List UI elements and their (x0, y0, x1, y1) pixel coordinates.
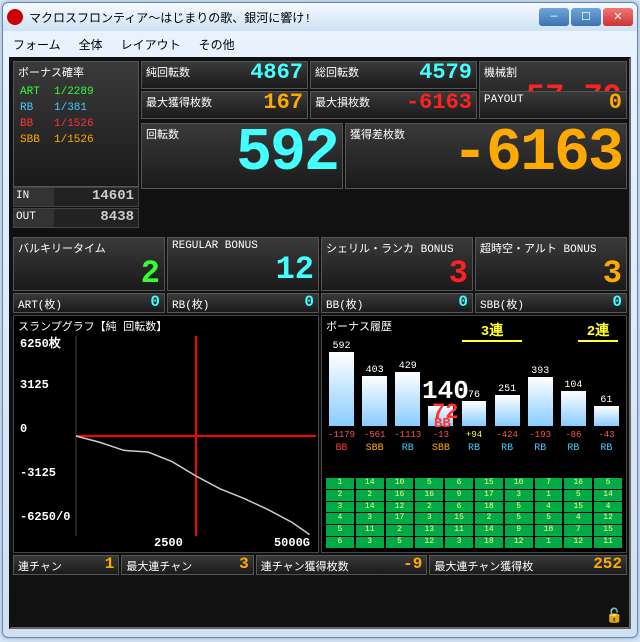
art-value: 0 (66, 294, 164, 312)
art-label: ART(枚) (14, 294, 66, 312)
sbb-value: 0 (528, 294, 626, 312)
maxget-value: 167 (216, 92, 307, 118)
close-button[interactable]: ✕ (603, 8, 633, 26)
bonus-prob-list: ART1/2289RB1/381BB1/1526SBB1/1526 (14, 82, 138, 150)
payout-label: PAYOUT (480, 92, 528, 118)
jun-value: 4867 (194, 62, 307, 88)
content-area: ボーナス確率 ART1/2289RB1/381BB1/1526SBB1/1526… (9, 57, 631, 629)
menubar: フォーム 全体 レイアウト その他 (3, 31, 637, 57)
diff-value: -6163 (409, 124, 626, 188)
jun-label: 純回転数 (142, 62, 194, 88)
menu-layout[interactable]: レイアウト (121, 36, 181, 53)
kaiten-label: 回転数 (142, 124, 183, 188)
sou-label: 総回転数 (311, 62, 363, 88)
menu-all[interactable]: 全体 (79, 36, 103, 53)
sheryl-value: 3 (322, 258, 472, 290)
bonus-history: ボーナス履歴 3連 2連 592 -1179 BB 403 -561 SBB 4… (321, 315, 627, 553)
maxloss-value: -6163 (374, 92, 476, 118)
graph-title: スランプグラフ【純 回転数】 (14, 316, 318, 336)
sbb-label: SBB(枚) (476, 294, 528, 312)
bb-label: BB(枚) (322, 294, 367, 312)
app-icon (7, 9, 23, 25)
out-row: OUT8438 (13, 208, 139, 228)
rb-label: RB(枚) (168, 294, 213, 312)
sou-value: 4579 (363, 62, 476, 88)
menu-form[interactable]: フォーム (13, 36, 61, 53)
bonus-prob-title: ボーナス確率 (14, 62, 138, 82)
menu-other[interactable]: その他 (199, 36, 235, 53)
slump-graph: スランプグラフ【純 回転数】 6250枚31250-3125-6250/0 25… (13, 315, 319, 553)
window-title: マクロスフロンティア～はじまりの歌、銀河に響け! (29, 9, 539, 26)
reg-value: 12 (168, 254, 318, 286)
diff-label: 獲得差枚数 (346, 124, 409, 188)
minimize-button[interactable]: — (539, 8, 569, 26)
alto-value: 3 (476, 258, 626, 290)
maxget-label: 最大獲得枚数 (142, 92, 216, 118)
kaiten-value: 592 (183, 124, 342, 188)
valk-value: 2 (14, 258, 164, 290)
bb-value: 0 (367, 294, 472, 312)
payout-value: 0 (528, 92, 626, 118)
maxloss-label: 最大損枚数 (311, 92, 374, 118)
lock-icon[interactable]: 🔓 (606, 608, 623, 625)
in-row: IN14601 (13, 187, 139, 207)
titlebar: マクロスフロンティア～はじまりの歌、銀河に響け! — ☐ ✕ (3, 3, 637, 31)
rb-value: 0 (213, 294, 318, 312)
maximize-button[interactable]: ☐ (571, 8, 601, 26)
